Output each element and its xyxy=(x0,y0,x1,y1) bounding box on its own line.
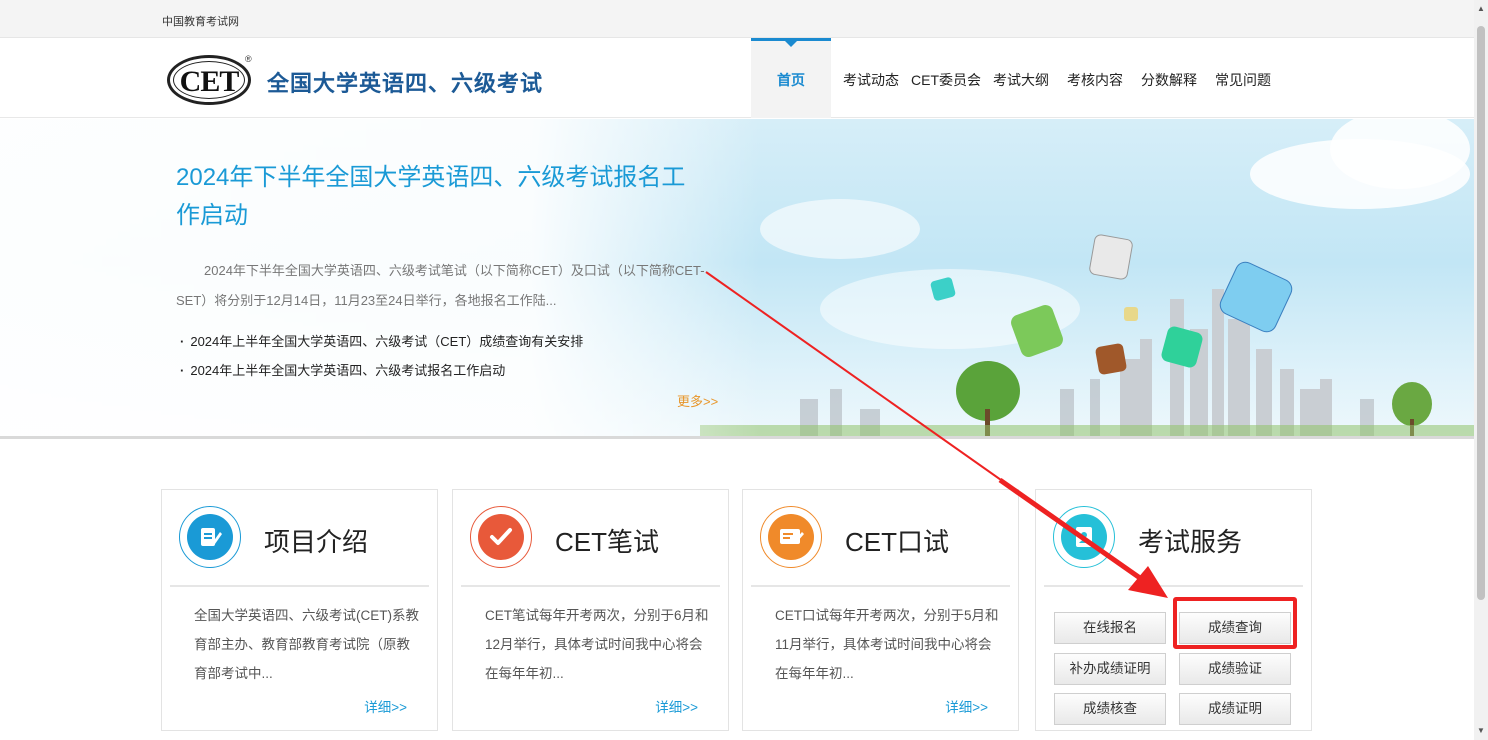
nav-syllabus[interactable]: 考试大纲 xyxy=(987,38,1055,118)
card-written-exam: CET笔试 CET笔试每年开考两次，分别于6月和12月举行，具体考试时间我中心将… xyxy=(452,489,729,731)
top-strip: 中国教育考试网 xyxy=(0,0,1474,38)
header: CET ® 全国大学英语四、六级考试 首页 考试动态 CET委员会 考试大纲 考… xyxy=(0,38,1474,118)
card-oral-exam: CET口试 CET口试每年开考两次，分别于5月和11月举行，具体考试时间我中心将… xyxy=(742,489,1019,731)
online-registration-button[interactable]: 在线报名 xyxy=(1054,612,1166,644)
card-description: CET笔试每年开考两次，分别于6月和12月举行，具体考试时间我中心将会在每年年初… xyxy=(485,608,709,681)
card-project-intro: 项目介绍 全国大学英语四、六级考试(CET)系教育部主办、教育部教育考试院（原教… xyxy=(161,489,438,731)
nav-faq[interactable]: 常见问题 xyxy=(1209,38,1277,118)
card-divider xyxy=(751,585,1010,587)
registered-mark: ® xyxy=(245,54,252,64)
page-scrollbar[interactable]: ▲ ▼ xyxy=(1474,0,1488,740)
detail-link[interactable]: 详细>> xyxy=(945,696,988,716)
banner-illustration xyxy=(700,234,1474,439)
banner-news-list: 2024年上半年全国大学英语四、六级考试（CET）成绩查询有关安排 2024年上… xyxy=(180,327,583,385)
card-title: 项目介绍 xyxy=(264,527,369,557)
card-divider xyxy=(461,585,720,587)
card-divider xyxy=(170,585,429,587)
card-divider xyxy=(1044,585,1303,587)
detail-link[interactable]: 详细>> xyxy=(364,696,407,716)
card-description: CET口试每年开考两次，分别于5月和11月举行，具体考试时间我中心将会在每年年初… xyxy=(775,608,999,681)
cet-logo[interactable]: CET xyxy=(167,55,251,105)
detail-link[interactable]: 详细>> xyxy=(655,696,698,716)
nav-score-explain[interactable]: 分数解释 xyxy=(1135,38,1203,118)
main-nav: 首页 考试动态 CET委员会 考试大纲 考核内容 分数解释 常见问题 xyxy=(751,38,1277,118)
banner-summary: 2024年下半年全国大学英语四、六级考试笔试（以下简称CET）及口试（以下简称C… xyxy=(176,263,705,308)
card-description: 全国大学英语四、六级考试(CET)系教育部主办、教育部教育考试院（原教育部考试中… xyxy=(194,608,419,681)
nav-exam-news[interactable]: 考试动态 xyxy=(837,38,905,118)
card-title: CET口试 xyxy=(845,527,950,557)
scrollbar-thumb[interactable] xyxy=(1477,26,1485,600)
checkmark-icon xyxy=(470,506,532,568)
score-review-button[interactable]: 成绩核查 xyxy=(1054,693,1166,725)
scroll-up-icon[interactable]: ▲ xyxy=(1477,4,1485,13)
banner-divider xyxy=(0,436,1474,439)
more-link[interactable]: 更多>> xyxy=(677,391,718,410)
score-certificate-button[interactable]: 成绩证明 xyxy=(1179,693,1291,725)
reissue-certificate-button[interactable]: 补办成绩证明 xyxy=(1054,653,1166,685)
contact-book-icon xyxy=(1053,506,1115,568)
document-edit-icon xyxy=(179,506,241,568)
logo-text: CET xyxy=(179,65,240,98)
site-title[interactable]: 全国大学英语四、六级考试 xyxy=(267,66,543,98)
site-name-link[interactable]: 中国教育考试网 xyxy=(162,13,239,29)
score-verification-button[interactable]: 成绩验证 xyxy=(1179,653,1291,685)
card-title: CET笔试 xyxy=(555,527,660,557)
news-link[interactable]: 2024年上半年全国大学英语四、六级考试报名工作启动 xyxy=(180,356,583,385)
card-title: 考试服务 xyxy=(1138,527,1243,557)
nav-home[interactable]: 首页 xyxy=(751,38,831,118)
news-link[interactable]: 2024年上半年全国大学英语四、六级考试（CET）成绩查询有关安排 xyxy=(180,327,583,356)
hero-banner: 2024年下半年全国大学英语四、六级考试报名工作启动 2024年下半年全国大学英… xyxy=(0,119,1474,439)
nav-cet-committee[interactable]: CET委员会 xyxy=(905,38,987,118)
banner-headline[interactable]: 2024年下半年全国大学英语四、六级考试报名工作启动 xyxy=(176,159,706,235)
nav-content[interactable]: 考核内容 xyxy=(1061,38,1129,118)
annotation-highlight-box xyxy=(1173,597,1297,649)
screen-pen-icon xyxy=(760,506,822,568)
scroll-down-icon[interactable]: ▼ xyxy=(1477,726,1485,735)
